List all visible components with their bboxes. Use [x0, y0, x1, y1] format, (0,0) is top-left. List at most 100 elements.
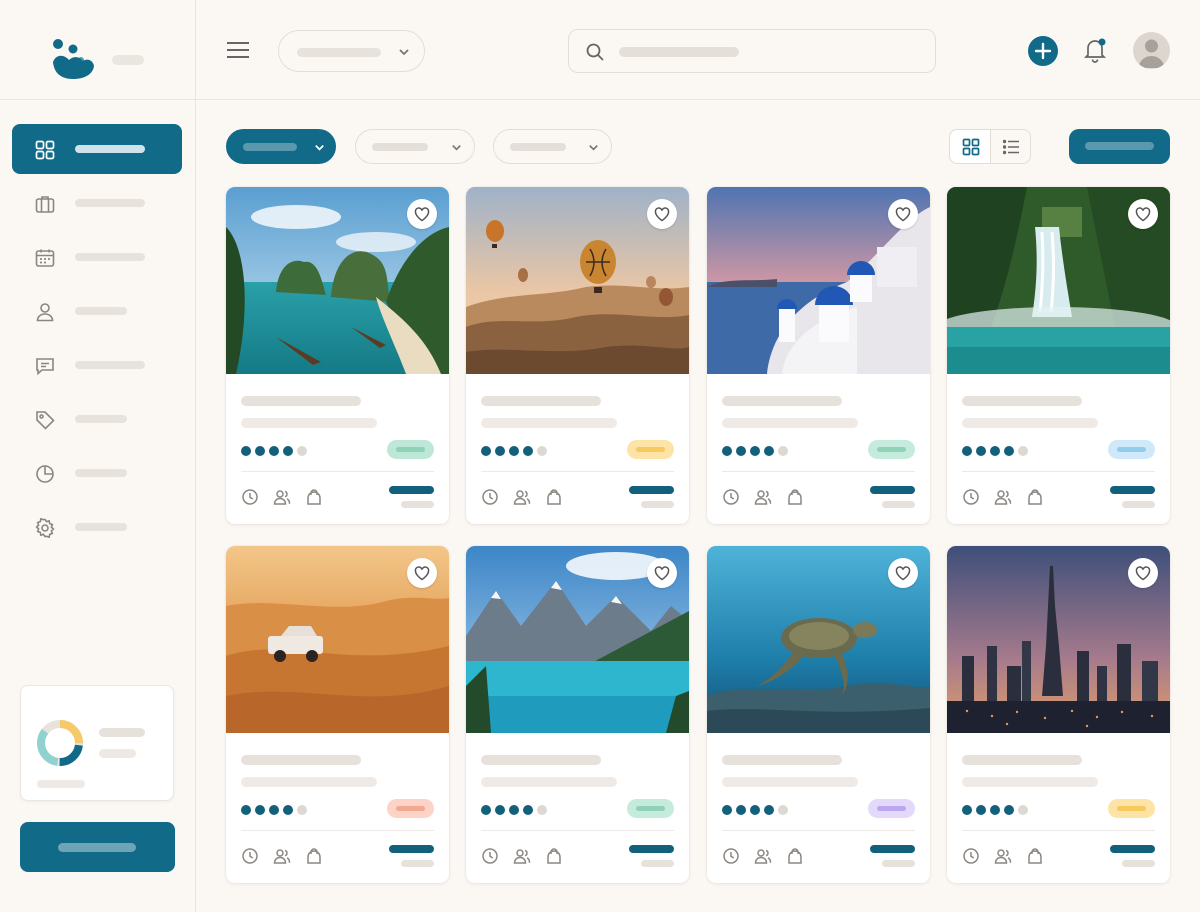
filter-destination[interactable] — [355, 129, 475, 164]
menu-icon[interactable] — [226, 40, 250, 60]
price-note — [641, 860, 674, 867]
top-bar — [196, 0, 1200, 100]
logo[interactable] — [50, 36, 96, 80]
rating-dot — [976, 805, 986, 815]
rating-dot — [764, 446, 774, 456]
favorite-button[interactable] — [407, 558, 437, 588]
trip-card[interactable] — [466, 187, 689, 524]
rating — [241, 805, 307, 815]
heart-icon — [414, 207, 430, 222]
rating-dot — [241, 446, 251, 456]
divider — [481, 471, 674, 472]
users-icon — [994, 847, 1012, 865]
sidebar-item-messages[interactable] — [12, 340, 182, 390]
trip-price — [1110, 845, 1155, 853]
trip-title — [241, 396, 361, 406]
rating — [481, 805, 547, 815]
search-input[interactable] — [568, 29, 936, 73]
favorite-button[interactable] — [1128, 199, 1158, 229]
clock-icon — [241, 847, 259, 865]
create-trip-button[interactable] — [1069, 129, 1170, 164]
bag-icon — [1026, 847, 1044, 865]
sidebar-item-label — [75, 523, 127, 531]
trip-card[interactable] — [466, 546, 689, 883]
sidebar-item-settings[interactable] — [12, 502, 182, 552]
trip-price — [629, 486, 674, 494]
clock-icon — [241, 488, 259, 506]
users-icon — [513, 847, 531, 865]
rating-dot — [509, 805, 519, 815]
bell-icon[interactable] — [1083, 37, 1107, 63]
price-note — [401, 860, 434, 867]
status-badge — [1108, 799, 1155, 818]
sidebar-item-customers[interactable] — [12, 286, 182, 336]
workspace-select[interactable] — [278, 30, 425, 72]
rating-dot — [1018, 446, 1028, 456]
rating-dot — [722, 805, 732, 815]
sidebar-item-reports[interactable] — [12, 448, 182, 498]
heart-icon — [895, 566, 911, 581]
grid-view-icon — [962, 138, 980, 156]
clock-icon — [481, 488, 499, 506]
status-badge — [627, 799, 674, 818]
filter-duration[interactable] — [493, 129, 612, 164]
favorite-button[interactable] — [647, 558, 677, 588]
avatar[interactable] — [1133, 32, 1170, 69]
rating-dot — [297, 446, 307, 456]
divider — [722, 471, 915, 472]
trip-card[interactable] — [947, 546, 1170, 883]
favorite-button[interactable] — [647, 199, 677, 229]
trip-subtitle — [481, 418, 617, 428]
pie-chart-icon — [36, 465, 54, 483]
grid-icon — [35, 140, 55, 160]
sidebar-item-dashboard[interactable] — [12, 124, 182, 174]
trip-title — [722, 755, 842, 765]
heart-icon — [1135, 566, 1151, 581]
favorite-button[interactable] — [407, 199, 437, 229]
rating-dot — [962, 805, 972, 815]
users-icon — [754, 847, 772, 865]
price-note — [401, 501, 434, 508]
users-icon — [273, 847, 291, 865]
rating-dot — [495, 805, 505, 815]
trip-price — [1110, 486, 1155, 494]
clock-icon — [481, 847, 499, 865]
rating-dot — [269, 446, 279, 456]
sidebar-header — [0, 0, 195, 100]
trip-card[interactable] — [707, 187, 930, 524]
upgrade-button[interactable] — [20, 822, 175, 872]
rating-dot — [750, 446, 760, 456]
trip-price — [870, 845, 915, 853]
sidebar-item-offers[interactable] — [12, 394, 182, 444]
trip-card[interactable] — [226, 187, 449, 524]
trip-card[interactable] — [707, 546, 930, 883]
bag-icon — [786, 488, 804, 506]
sidebar-item-calendar[interactable] — [12, 232, 182, 282]
heart-icon — [895, 207, 911, 222]
rating-dot — [297, 805, 307, 815]
bag-icon — [305, 847, 323, 865]
trip-subtitle — [722, 418, 858, 428]
filter-category[interactable] — [226, 129, 336, 164]
trip-price — [389, 486, 434, 494]
sidebar — [0, 0, 196, 912]
trip-price — [870, 486, 915, 494]
trip-card[interactable] — [226, 546, 449, 883]
sidebar-item-label — [75, 253, 145, 261]
price-note — [1122, 860, 1155, 867]
trip-subtitle — [241, 777, 377, 787]
rating-dot — [1004, 446, 1014, 456]
favorite-button[interactable] — [1128, 558, 1158, 588]
price-note — [1122, 501, 1155, 508]
favorite-button[interactable] — [888, 558, 918, 588]
sidebar-nav — [12, 124, 182, 556]
rating-dot — [481, 805, 491, 815]
add-button[interactable] — [1028, 36, 1058, 66]
trip-card[interactable] — [947, 187, 1170, 524]
grid-view-button[interactable] — [950, 130, 991, 163]
view-toggle — [949, 129, 1031, 164]
sidebar-item-label — [75, 199, 145, 207]
trip-subtitle — [481, 777, 617, 787]
sidebar-item-trips[interactable] — [12, 178, 182, 228]
favorite-button[interactable] — [888, 199, 918, 229]
